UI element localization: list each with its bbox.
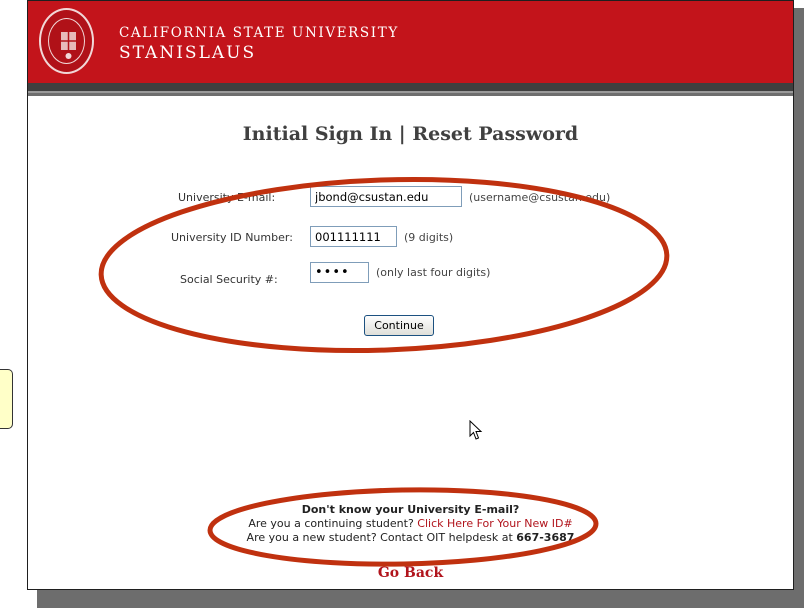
ssn-hint: (only last four digits) [376, 266, 491, 279]
ssn-label: Social Security #: [180, 273, 278, 286]
email-field[interactable] [310, 186, 462, 207]
new-student-text: Are you a new student? Contact OIT helpd… [246, 531, 513, 544]
continuing-student-line: Are you a continuing student? Click Here… [28, 517, 793, 530]
annotation-callout-box [0, 369, 13, 429]
continue-button[interactable]: Continue [364, 315, 434, 336]
continuing-student-text: Are you a continuing student? [248, 517, 414, 530]
browser-page: CALIFORNIA STATE UNIVERSITY STANISLAUS I… [27, 0, 794, 590]
new-student-line: Are you a new student? Contact OIT helpd… [28, 531, 793, 544]
helpdesk-phone: 667-3687 [516, 531, 575, 544]
ssn-field[interactable] [310, 262, 369, 283]
brand-campus-name: STANISLAUS [119, 43, 257, 63]
help-question: Don't know your University E-mail? [301, 503, 520, 516]
new-id-link[interactable]: Click Here For Your New ID# [417, 517, 572, 530]
header-divider-dark [28, 83, 793, 91]
email-label: University E-mail: [178, 191, 276, 204]
id-number-hint: (9 digits) [404, 231, 454, 244]
site-header: CALIFORNIA STATE UNIVERSITY STANISLAUS [28, 1, 793, 83]
mouse-cursor-icon [469, 420, 483, 440]
id-number-label: University ID Number: [171, 231, 293, 244]
page-title: Initial Sign In | Reset Password [242, 123, 579, 145]
id-number-field[interactable] [310, 226, 397, 247]
go-back-link[interactable]: Go Back [28, 565, 793, 581]
header-divider-mid [28, 93, 793, 96]
email-hint: (username@csustan.edu) [469, 191, 611, 204]
brand-university-name: CALIFORNIA STATE UNIVERSITY [119, 25, 399, 41]
university-seal-icon [39, 8, 94, 74]
